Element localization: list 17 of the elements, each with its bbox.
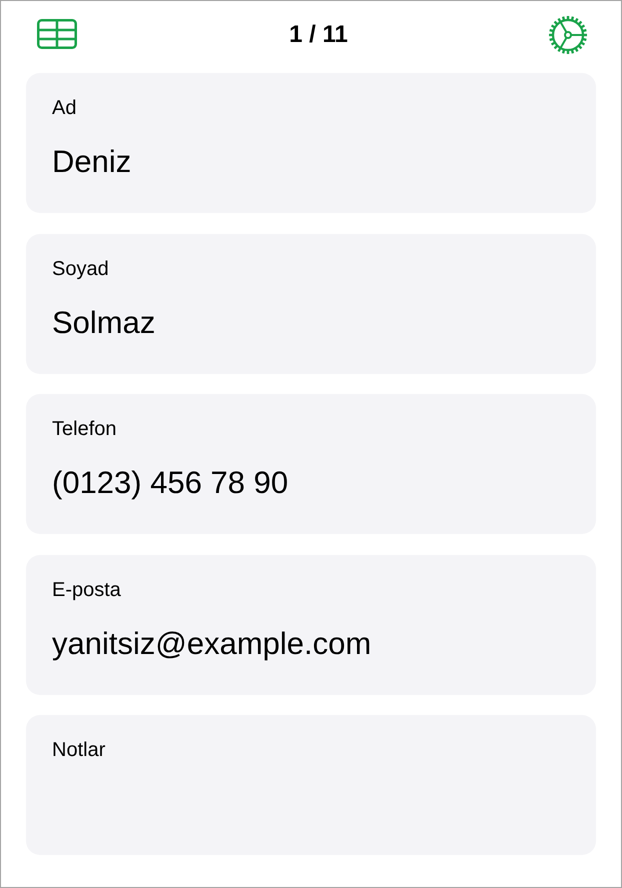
text-field[interactable]: Notlar bbox=[26, 715, 596, 855]
field-label: Notlar bbox=[52, 738, 106, 762]
field-value: (0123) 456 78 90 bbox=[52, 464, 288, 502]
text-field[interactable]: E-posta yanitsiz@example.com bbox=[26, 554, 596, 694]
field-label: E-posta bbox=[52, 578, 121, 602]
text-field[interactable]: Ad Deniz bbox=[26, 73, 596, 213]
field-value: Deniz bbox=[52, 143, 132, 181]
settings-icon[interactable] bbox=[548, 14, 588, 54]
field-label: Soyad bbox=[52, 256, 109, 280]
record-counter: 1 / 11 bbox=[289, 20, 348, 48]
field-label: Telefon bbox=[52, 417, 116, 441]
text-field[interactable]: Telefon (0123) 456 78 90 bbox=[26, 394, 596, 534]
field-value: Solmaz bbox=[52, 304, 156, 342]
field-value: yanitsiz@example.com bbox=[52, 624, 372, 662]
table-icon[interactable] bbox=[37, 18, 77, 48]
field-label: Ad bbox=[52, 96, 76, 120]
text-field[interactable]: Soyad Solmaz bbox=[26, 234, 596, 374]
